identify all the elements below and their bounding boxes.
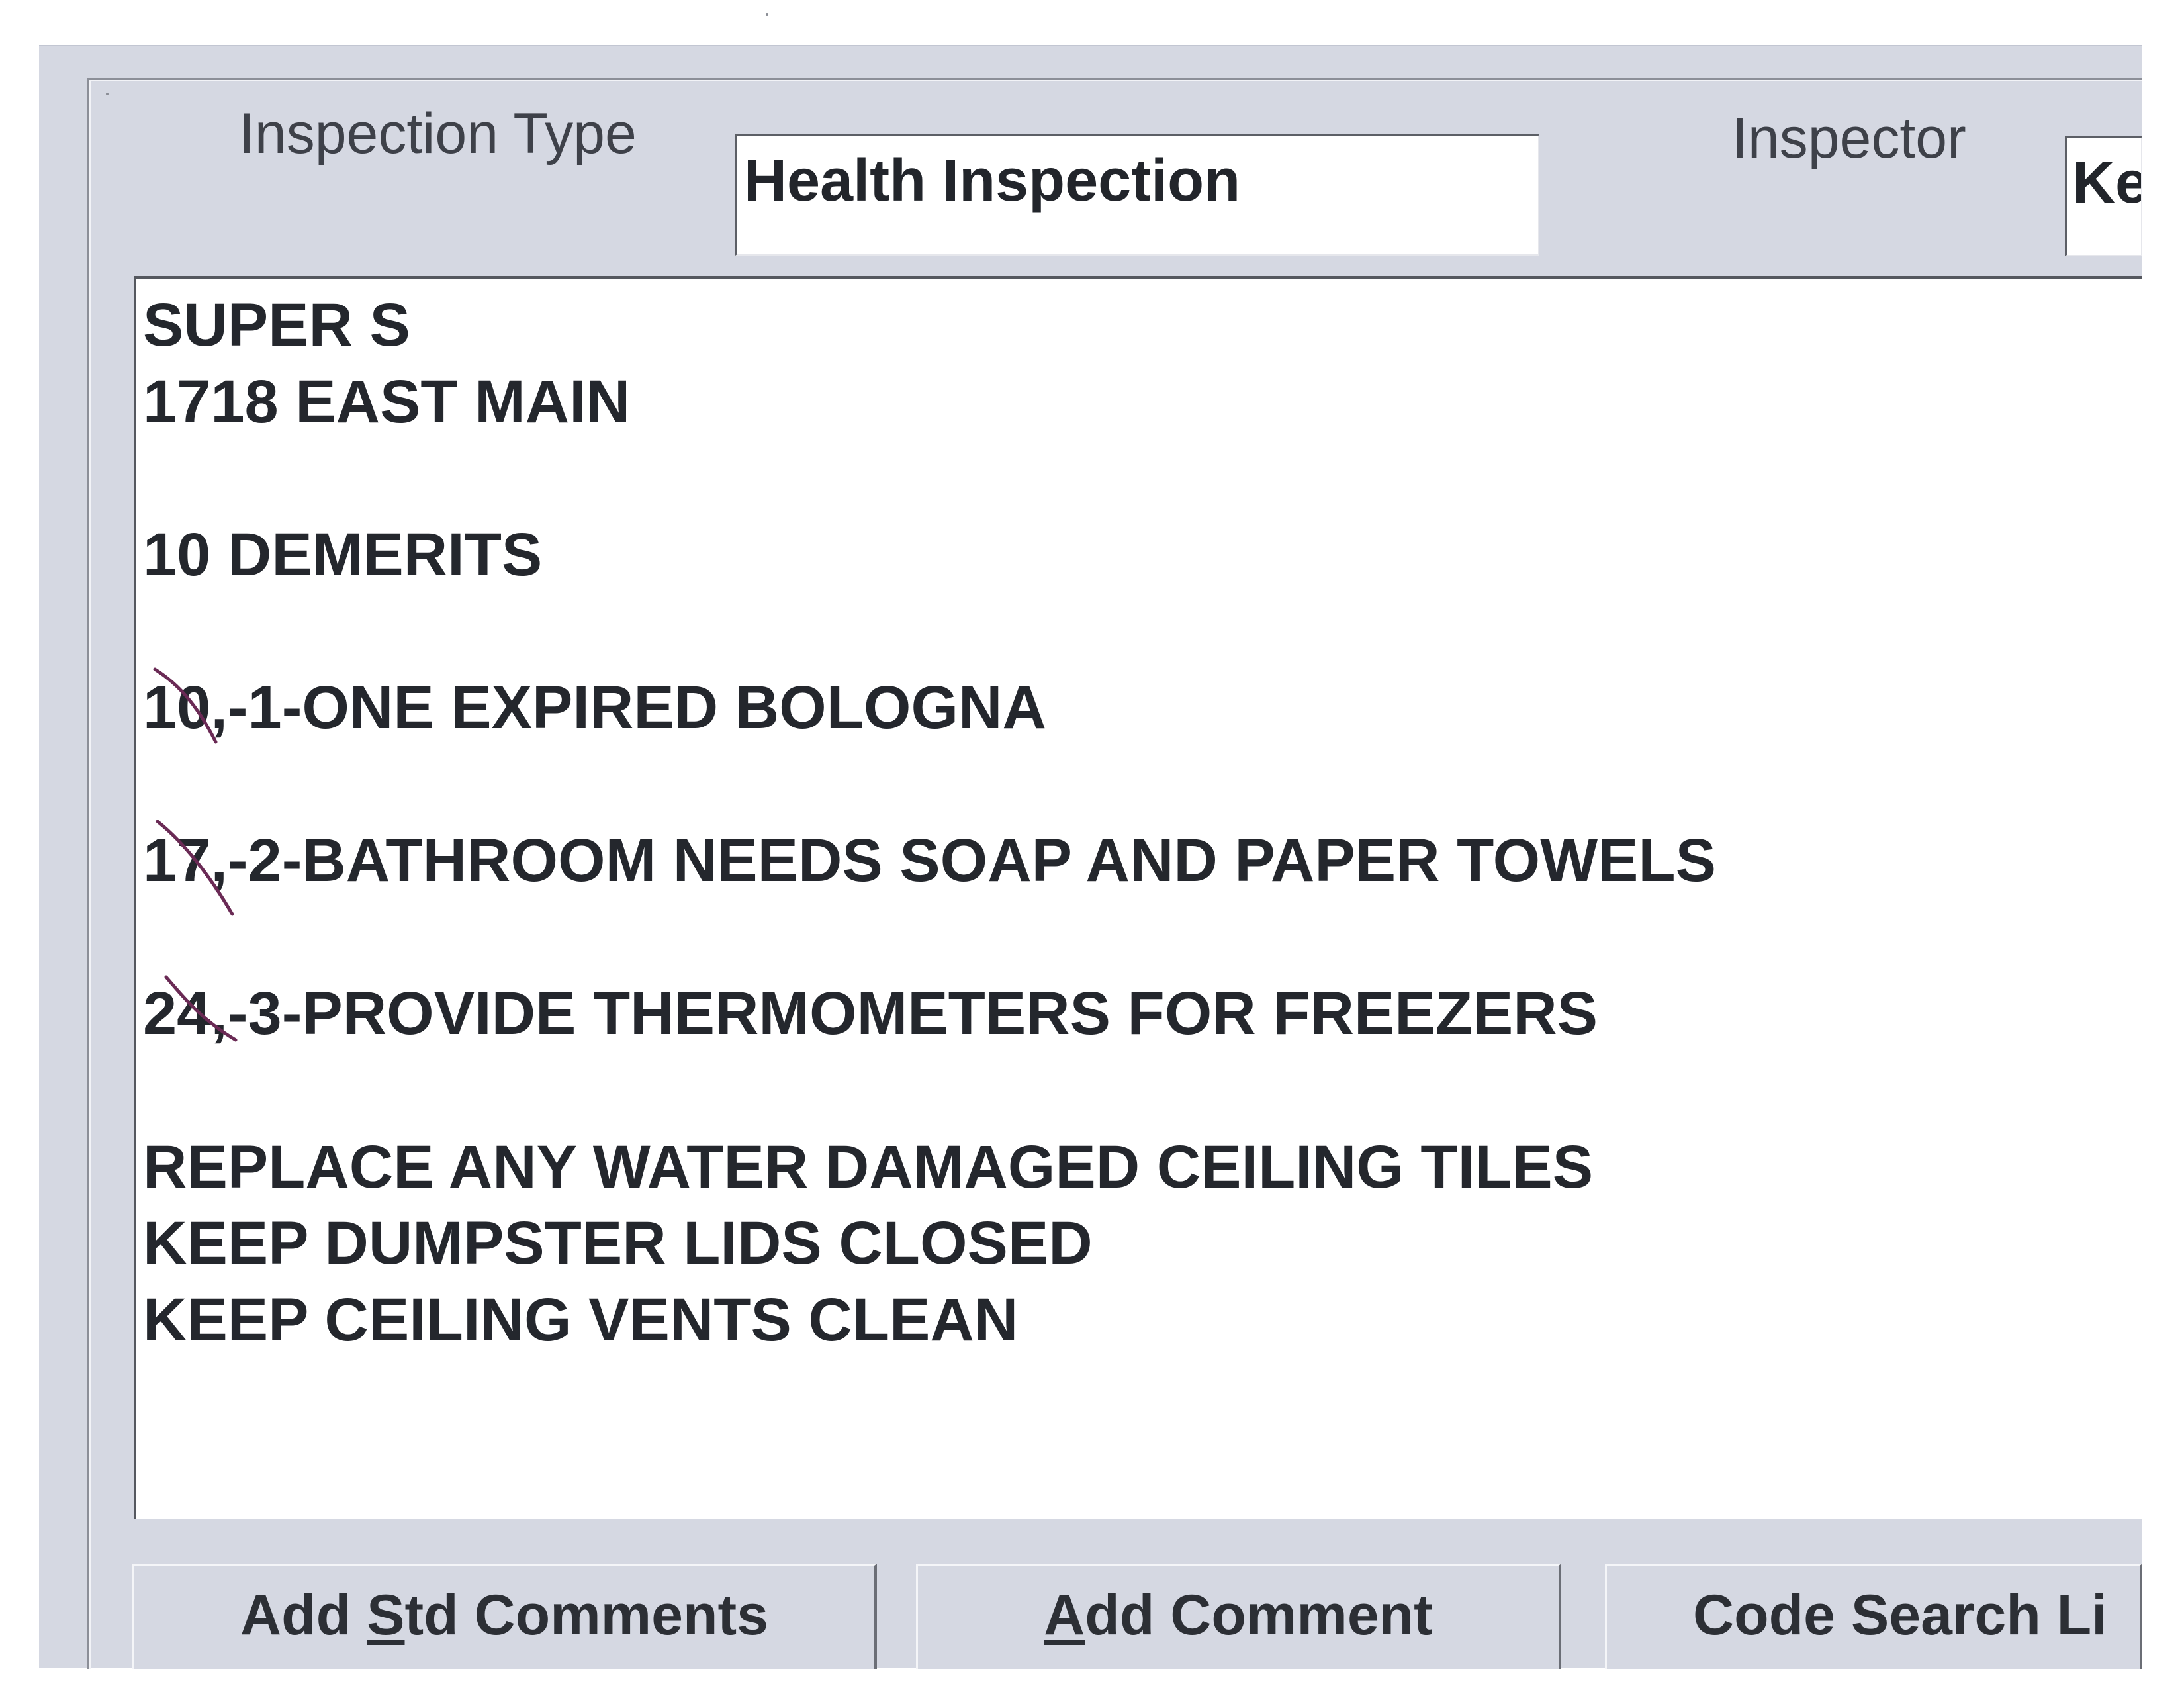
comment-line: 24,-3-PROVIDE THERMOMETERS FOR FREEZERS xyxy=(143,980,1598,1048)
add-comment-label-post: dd Comment xyxy=(1085,1583,1433,1647)
comments-textarea[interactable]: SUPER S 1718 EAST MAIN 10 DEMERITS 10,-1… xyxy=(134,276,2142,1519)
inspector-field[interactable]: Ke xyxy=(2065,136,2142,256)
inspection-type-field[interactable]: Health Inspection xyxy=(735,134,1539,256)
code-search-button[interactable]: Code Search Li xyxy=(1605,1564,2142,1669)
comment-line: 17,-2-BATHROOM NEEDS SOAP AND PAPER TOWE… xyxy=(143,827,1716,895)
add-std-comments-button[interactable]: Add Std Comments xyxy=(132,1564,877,1669)
add-comment-button[interactable]: Add Comment xyxy=(916,1564,1561,1669)
comment-line: SUPER S xyxy=(143,291,410,359)
comment-line: 1718 EAST MAIN xyxy=(143,367,631,436)
comment-line xyxy=(143,593,2142,670)
comment-line: 10 DEMERITS xyxy=(143,520,543,588)
add-std-comments-mnemonic: S xyxy=(367,1583,405,1647)
add-std-comments-label-post: td Comments xyxy=(404,1583,768,1647)
comment-line xyxy=(143,1053,2142,1129)
comment-line: KEEP DUMPSTER LIDS CLOSED xyxy=(143,1209,1093,1278)
scan-speck xyxy=(106,93,109,95)
comment-line: REPLACE ANY WATER DAMAGED CEILING TILES xyxy=(143,1133,1594,1201)
comment-line xyxy=(143,440,2142,517)
comment-line xyxy=(143,900,2142,976)
comment-line xyxy=(143,747,2142,823)
inspector-label: Inspector xyxy=(1732,107,1966,170)
comment-line: 10,-1-ONE EXPIRED BOLOGNA xyxy=(143,673,1046,741)
scan-speck xyxy=(766,13,768,16)
comment-line: KEEP CEILING VENTS CLEAN xyxy=(143,1286,1019,1354)
add-std-comments-label-pre: Add xyxy=(240,1583,367,1647)
inspection-type-label: Inspection Type xyxy=(239,102,637,165)
page-edge xyxy=(2142,0,2184,1688)
add-comment-mnemonic: A xyxy=(1044,1583,1085,1647)
